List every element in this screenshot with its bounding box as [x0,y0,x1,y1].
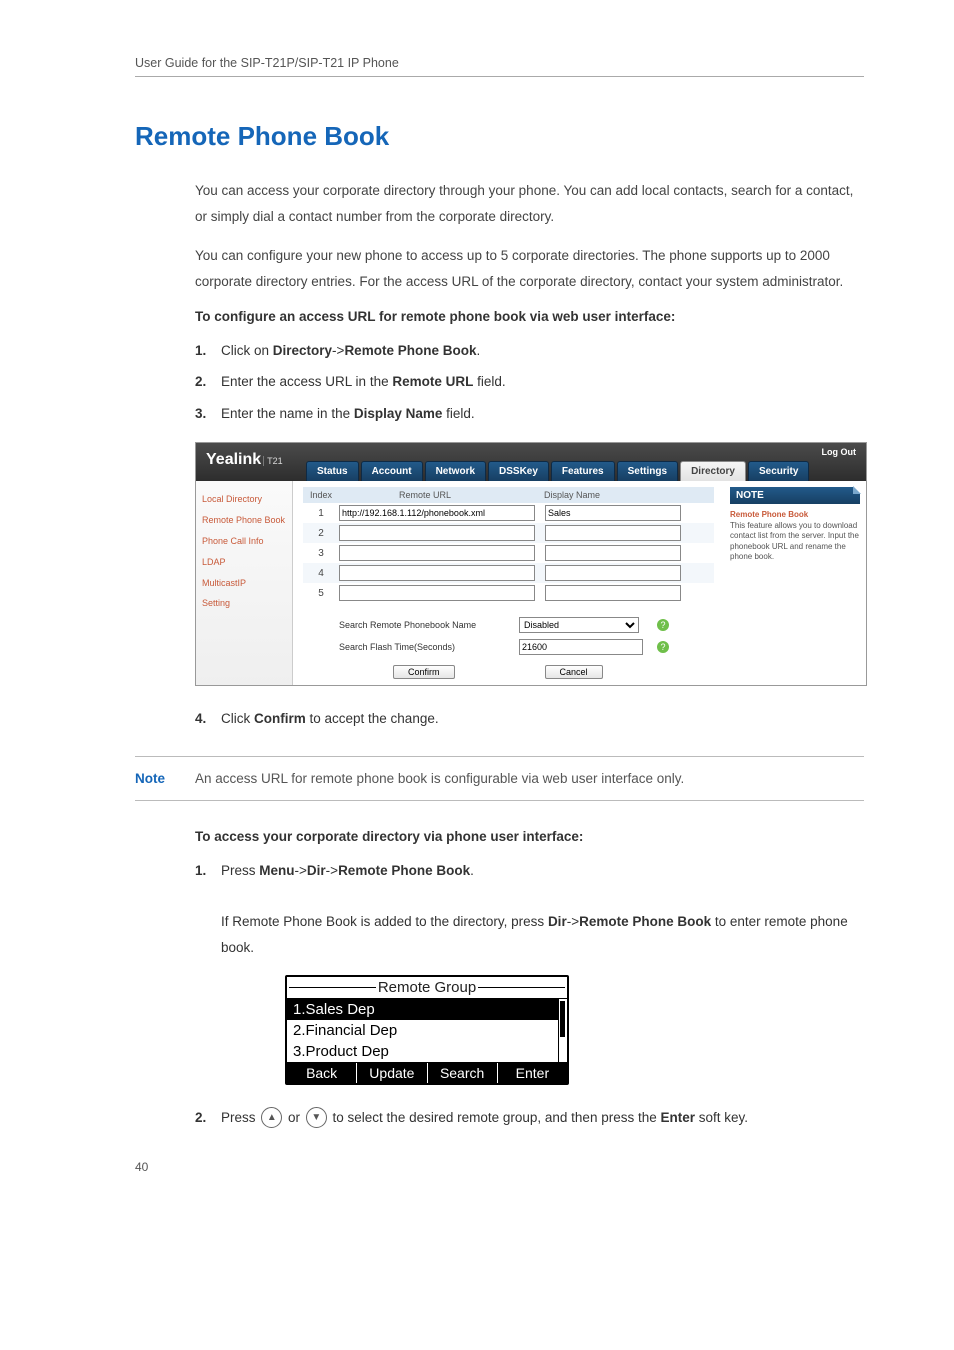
note-panel: NOTE Remote Phone Book This feature allo… [724,481,866,685]
remote-url-input[interactable] [339,545,535,561]
table-row: 1 [303,503,714,523]
sidebar: Local Directory Remote Phone Book Phone … [196,481,293,685]
table-row: 3 [303,543,714,563]
remote-url-input[interactable] [339,585,535,601]
flash-time-label: Search Flash Time(Seconds) [339,642,519,652]
remote-url-input[interactable] [339,505,535,521]
display-name-input[interactable] [545,585,681,601]
note-callout: Note An access URL for remote phone book… [135,756,864,801]
running-header: User Guide for the SIP-T21P/SIP-T21 IP P… [135,56,864,77]
phone-list-item[interactable]: 2.Financial Dep [287,1020,567,1041]
tab-directory[interactable]: Directory [680,461,746,481]
brand-logo: YealinkT21 [206,451,283,469]
display-name-input[interactable] [545,545,681,561]
softkey-search[interactable]: Search [428,1063,498,1083]
note-label: Note [135,771,195,786]
tab-security[interactable]: Security [748,461,809,481]
procedure-1-title: To configure an access URL for remote ph… [195,309,854,324]
step-1b: 1. Press Menu->Dir->Remote Phone Book. I… [195,858,854,961]
table-header: Index Remote URL Display Name [303,487,714,503]
sidebar-item-multicastip[interactable]: MulticastIP [200,573,288,594]
sidebar-item-ldap[interactable]: LDAP [200,552,288,573]
intro-para-1: You can access your corporate directory … [195,178,854,229]
scrollbar[interactable] [558,999,567,1062]
step-4: 4. Click Confirm to accept the change. [195,706,854,732]
up-arrow-icon: ▲ [261,1107,282,1128]
softkey-back[interactable]: Back [287,1063,357,1083]
search-name-select[interactable]: Disabled [519,617,639,633]
step-2: 2. Enter the access URL in the Remote UR… [195,369,854,395]
display-name-input[interactable] [545,505,681,521]
sidebar-item-phone-call-info[interactable]: Phone Call Info [200,531,288,552]
tab-account[interactable]: Account [361,461,423,481]
table-row: 4 [303,563,714,583]
tab-status[interactable]: Status [306,461,359,481]
search-name-label: Search Remote Phonebook Name [339,620,519,630]
help-icon[interactable]: ? [657,619,669,631]
section-title: Remote Phone Book [135,121,864,152]
logout-link[interactable]: Log Out [822,447,857,457]
sidebar-item-setting[interactable]: Setting [200,593,288,614]
tab-dsskey[interactable]: DSSKey [488,461,549,481]
tab-network[interactable]: Network [425,461,486,481]
note-text: An access URL for remote phone book is c… [195,771,864,786]
phone-list-item[interactable]: 3.Product Dep [287,1041,567,1062]
phone-screen-title: Remote Group [287,977,567,998]
flash-time-input[interactable] [519,639,643,655]
confirm-button[interactable]: Confirm [393,665,455,679]
softkey-bar: Back Update Search Enter [287,1062,567,1083]
tab-settings[interactable]: Settings [617,461,678,481]
display-name-input[interactable] [545,525,681,541]
step-1: 1. Click on Directory->Remote Phone Book… [195,338,854,364]
remote-url-input[interactable] [339,525,535,541]
procedure-1-steps: 1. Click on Directory->Remote Phone Book… [195,338,854,427]
table-row: 2 [303,523,714,543]
procedure-2-title: To access your corporate directory via p… [195,829,854,844]
cancel-button[interactable]: Cancel [545,665,603,679]
step-3: 3. Enter the name in the Display Name fi… [195,401,854,427]
phone-ui-screenshot: Remote Group 1.Sales Dep 2.Financial Dep… [285,975,569,1085]
help-icon[interactable]: ? [657,641,669,653]
table-row: 5 [303,583,714,603]
page-number: 40 [135,1160,148,1174]
display-name-input[interactable] [545,565,681,581]
step-2b: 2. Press ▲ or ▼ to select the desired re… [195,1105,854,1131]
softkey-enter[interactable]: Enter [498,1063,567,1083]
phone-list-item[interactable]: 1.Sales Dep [287,999,567,1020]
top-tabs: Status Account Network DSSKey Features S… [306,461,811,481]
web-ui-screenshot: YealinkT21 Log Out Status Account Networ… [195,442,867,686]
remote-url-input[interactable] [339,565,535,581]
sidebar-item-local-directory[interactable]: Local Directory [200,489,288,510]
tab-features[interactable]: Features [551,461,615,481]
note-header: NOTE [730,487,860,504]
sidebar-item-remote-phone-book[interactable]: Remote Phone Book [200,510,288,531]
down-arrow-icon: ▼ [306,1107,327,1128]
softkey-update[interactable]: Update [357,1063,427,1083]
intro-para-2: You can configure your new phone to acce… [195,243,854,294]
